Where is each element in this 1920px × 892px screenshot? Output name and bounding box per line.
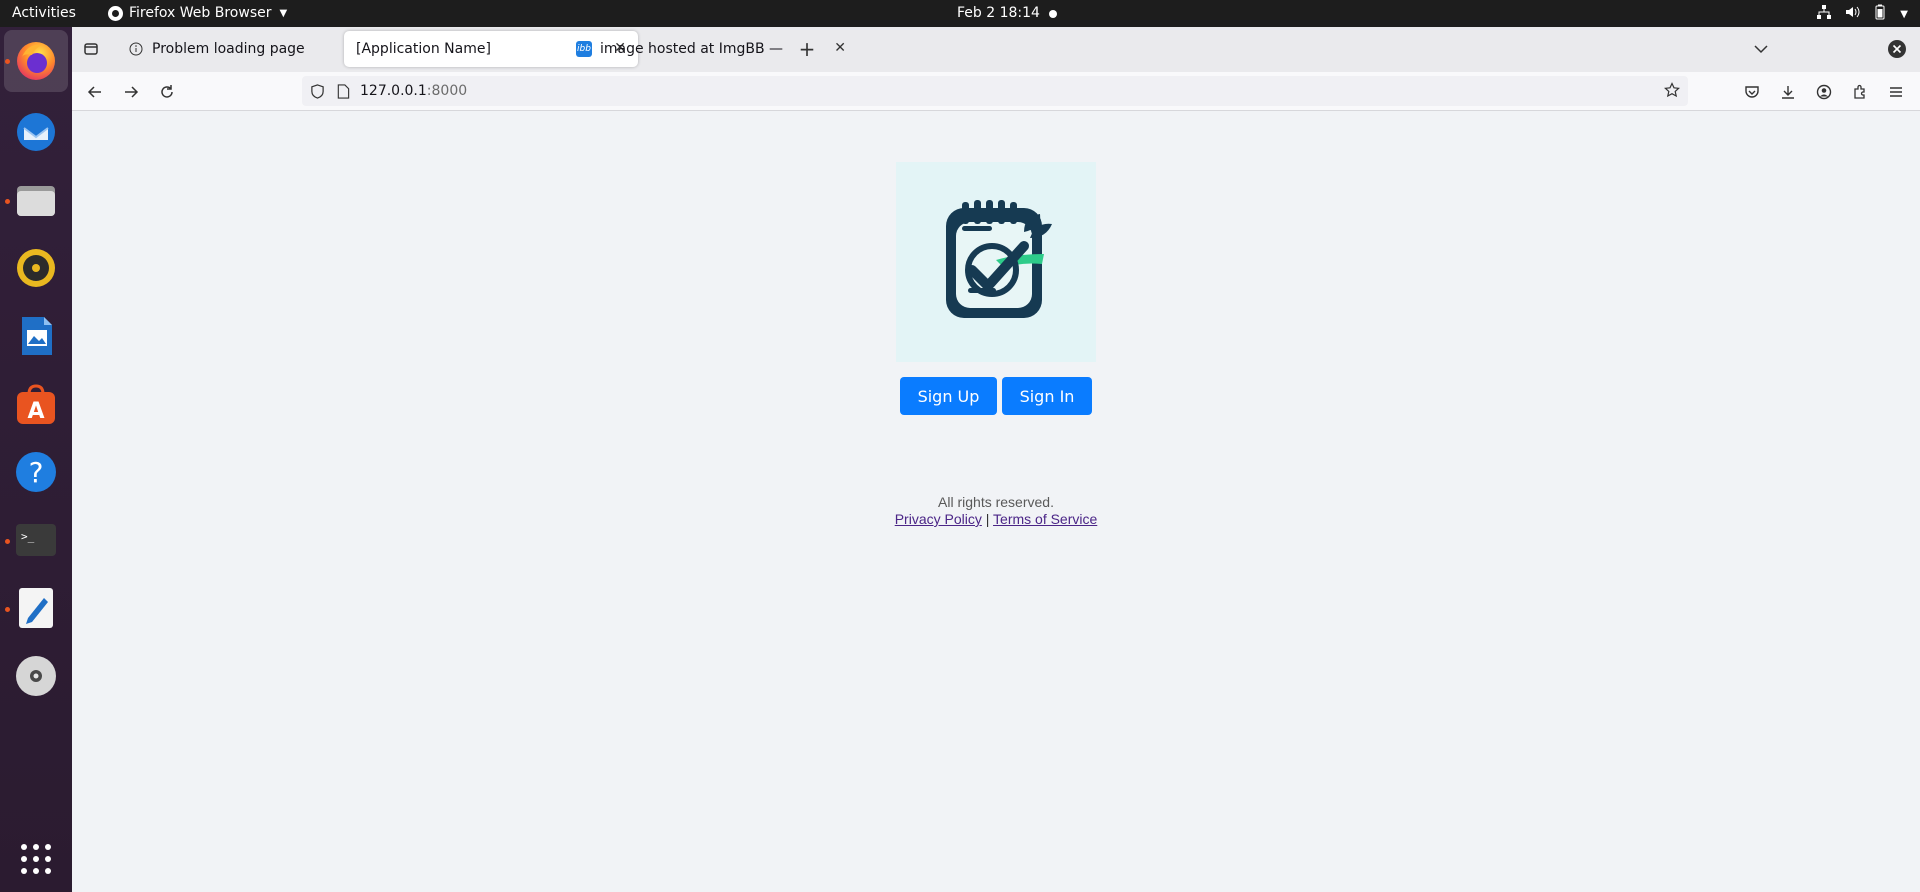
back-button[interactable] bbox=[82, 79, 108, 105]
bookmark-star-icon[interactable] bbox=[1664, 82, 1680, 102]
app-center-icon: A bbox=[17, 384, 55, 424]
terms-of-service-link[interactable]: Terms of Service bbox=[993, 511, 1097, 527]
firefox-icon bbox=[17, 42, 55, 80]
notification-dot bbox=[1049, 10, 1057, 18]
text-editor-icon bbox=[19, 588, 53, 628]
arrow-left-icon bbox=[87, 86, 101, 98]
new-tab-button[interactable]: + bbox=[794, 36, 820, 62]
copyright-text: All rights reserved. bbox=[938, 494, 1054, 510]
info-icon bbox=[128, 41, 144, 57]
download-icon bbox=[1782, 86, 1794, 99]
pocket-icon bbox=[1745, 86, 1759, 98]
navigation-bar: 127.0.0.1:8000 bbox=[72, 72, 1920, 111]
chevron-down-icon bbox=[1754, 45, 1768, 54]
account-button[interactable] bbox=[1811, 79, 1837, 105]
account-icon bbox=[1816, 84, 1832, 100]
firefox-small-icon bbox=[108, 5, 123, 21]
menu-button[interactable] bbox=[1883, 79, 1909, 105]
svg-text:A: A bbox=[27, 399, 44, 424]
clock[interactable]: Feb 2 18:14 bbox=[957, 5, 1040, 21]
dock-libreoffice-writer[interactable] bbox=[12, 312, 60, 360]
tab-title: [Application Name] bbox=[356, 41, 491, 57]
network-icon bbox=[1816, 4, 1832, 24]
files-icon bbox=[17, 186, 55, 216]
chevron-down-icon: ▼ bbox=[279, 7, 288, 19]
footer-separator: | bbox=[985, 511, 990, 527]
imgbb-favicon-icon: ibb bbox=[576, 41, 592, 57]
dock-text-editor[interactable] bbox=[12, 584, 60, 632]
list-all-tabs-button[interactable] bbox=[1748, 36, 1774, 62]
forward-button[interactable] bbox=[118, 79, 144, 105]
close-icon bbox=[1888, 40, 1906, 58]
downloads-button[interactable] bbox=[1775, 79, 1801, 105]
plus-icon: + bbox=[798, 37, 816, 61]
dock-firefox[interactable] bbox=[4, 30, 68, 92]
show-apps-button[interactable] bbox=[12, 835, 60, 883]
dock-rhythmbox[interactable] bbox=[12, 244, 60, 292]
clipboard-check-logo-icon bbox=[896, 162, 1096, 362]
app-logo bbox=[896, 162, 1096, 362]
pocket-button[interactable] bbox=[1739, 79, 1765, 105]
system-tray[interactable]: ▼ bbox=[1816, 4, 1908, 24]
close-tab-icon[interactable]: ✕ bbox=[834, 40, 846, 56]
terminal-icon: >_ bbox=[16, 524, 56, 556]
page-icon[interactable] bbox=[336, 83, 354, 99]
writer-icon bbox=[22, 317, 52, 355]
svg-text:>_: >_ bbox=[21, 530, 35, 543]
rhythmbox-icon bbox=[17, 249, 55, 287]
reload-button[interactable] bbox=[154, 79, 180, 105]
extensions-button[interactable] bbox=[1847, 79, 1873, 105]
dock: A ? >_ bbox=[0, 27, 72, 892]
firefox-view-button[interactable] bbox=[78, 36, 104, 62]
window-close-button[interactable] bbox=[1884, 36, 1910, 62]
dock-app-center[interactable]: A bbox=[12, 380, 60, 428]
app-name-label: Firefox Web Browser bbox=[129, 5, 272, 21]
thunderbird-icon bbox=[17, 113, 55, 151]
firefox-view-icon bbox=[84, 43, 98, 55]
puzzle-icon bbox=[1854, 84, 1865, 99]
svg-text:?: ? bbox=[29, 456, 44, 489]
reload-icon bbox=[161, 85, 173, 98]
hamburger-icon bbox=[1890, 87, 1902, 97]
disc-icon bbox=[16, 656, 56, 696]
footer-links: Privacy Policy | Terms of Service bbox=[72, 511, 1920, 527]
footer: All rights reserved. Privacy Policy | Te… bbox=[72, 494, 1920, 527]
tab-bar: Problem loading page ✕ [Application Name… bbox=[72, 27, 1920, 72]
page-content: Sign Up Sign In All rights reserved. Pri… bbox=[72, 111, 1920, 892]
arrow-right-icon bbox=[125, 86, 139, 98]
dock-help[interactable]: ? bbox=[12, 448, 60, 496]
help-icon: ? bbox=[16, 452, 56, 492]
dock-thunderbird[interactable] bbox=[12, 108, 60, 156]
privacy-policy-link[interactable]: Privacy Policy bbox=[895, 511, 982, 527]
system-top-bar: Activities Firefox Web Browser ▼ Feb 2 1… bbox=[0, 0, 1920, 27]
dock-disc[interactable] bbox=[12, 652, 60, 700]
url-text[interactable]: 127.0.0.1:8000 bbox=[360, 83, 467, 99]
sign-up-button[interactable]: Sign Up bbox=[900, 377, 997, 415]
battery-icon bbox=[1872, 4, 1888, 24]
sign-in-button[interactable]: Sign In bbox=[1002, 377, 1092, 415]
app-menu[interactable]: Firefox Web Browser ▼ bbox=[108, 5, 287, 21]
power-menu-icon: ▼ bbox=[1900, 8, 1908, 20]
activities-button[interactable]: Activities bbox=[12, 5, 76, 21]
volume-icon bbox=[1844, 4, 1860, 24]
tab-title: Problem loading page bbox=[152, 41, 305, 57]
shield-icon[interactable] bbox=[310, 83, 328, 99]
dock-files[interactable] bbox=[12, 176, 60, 224]
dock-terminal[interactable]: >_ bbox=[12, 516, 60, 564]
show-apps-icon bbox=[21, 844, 51, 874]
tab-title: image hosted at ImgBB — bbox=[600, 41, 784, 57]
url-bar[interactable]: 127.0.0.1:8000 bbox=[302, 76, 1688, 106]
